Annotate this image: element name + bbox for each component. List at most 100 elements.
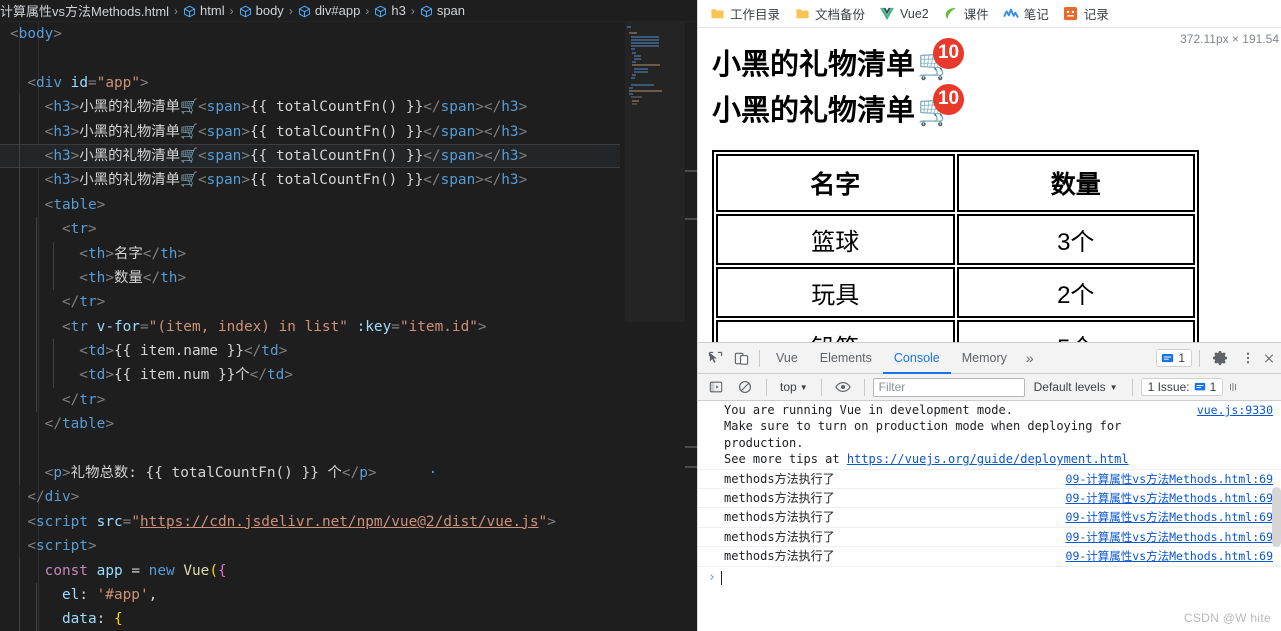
console-log-row[interactable]: methods方法执行了 09-计算属性vs方法Methods.html:69 — [698, 489, 1281, 509]
code-line[interactable]: <td>{{ item.name }}</td> — [0, 339, 620, 364]
bookmark-笔记[interactable]: 笔记 — [998, 2, 1054, 25]
code-token: { — [113, 611, 123, 628]
minimap-row — [632, 74, 637, 76]
code-token: script — [36, 513, 88, 530]
breadcrumb[interactable]: 计算属性vs方法Methods.html › html › body › div#app ›… — [0, 0, 697, 22]
breadcrumb-item-div-app[interactable]: div#app — [298, 3, 360, 18]
indent-guide — [36, 582, 37, 608]
bookmarks-bar[interactable]: 工作目录 文档备份 Vue2 课件 笔记 记录 — [698, 0, 1281, 28]
code-line[interactable] — [0, 436, 620, 462]
settings-overflow-icon[interactable] — [1228, 374, 1238, 400]
code-line[interactable]: <th>数量</th> — [0, 265, 620, 291]
log-levels-select[interactable]: Default levels ▼ — [1028, 380, 1124, 394]
live-expression-icon[interactable] — [830, 374, 856, 400]
devtools-tabbar[interactable]: Vue Elements Console Memory » 1 — [698, 343, 1281, 374]
code-line[interactable]: <script src="https://cdn.jsdelivr.net/np… — [0, 510, 620, 534]
console-log-source-link[interactable]: 09-计算属性vs方法Methods.html:69 — [1066, 529, 1273, 545]
console-scrollbar[interactable] — [1272, 487, 1281, 547]
indent-guide — [18, 339, 20, 364]
code-line[interactable]: <h3>小黑的礼物清单🛒<span>{{ totalCountFn() }}</… — [0, 143, 620, 169]
code-line[interactable]: const app = new Vue({ — [0, 558, 620, 583]
tab-memory[interactable]: Memory — [951, 343, 1018, 374]
console-log-source-link[interactable]: vue.js:9330 — [1197, 402, 1273, 418]
breadcrumb-file[interactable]: 计算属性vs方法Methods.html — [0, 1, 169, 20]
console-toolbar[interactable]: top ▼ Default levels ▼ — [698, 374, 1281, 401]
vue-logo-icon — [879, 6, 895, 22]
bookmark-文档备份[interactable]: 文档备份 — [789, 2, 870, 25]
settings-gear-icon[interactable] — [1207, 345, 1233, 371]
console-log-row[interactable]: You are running Vue in development mode.… — [698, 401, 1281, 470]
more-tabs-button[interactable]: » — [1018, 350, 1042, 366]
code-token: </ — [243, 343, 262, 360]
bookmark-记录[interactable]: 记录 — [1058, 2, 1114, 25]
code-line[interactable]: <script> — [0, 534, 620, 558]
console-log-source-link[interactable]: 09-计算属性vs方法Methods.html:69 — [1066, 548, 1273, 564]
console-log-row[interactable]: methods方法执行了 09-计算属性vs方法Methods.html:69 — [698, 470, 1281, 490]
console-log-list[interactable]: You are running Vue in development mode.… — [698, 401, 1281, 567]
console-log-source-link[interactable]: 09-计算属性vs方法Methods.html:69 — [1066, 490, 1273, 506]
close-icon[interactable] — [1263, 345, 1275, 371]
code-token: h3 — [501, 99, 519, 116]
console-prompt[interactable]: › — [698, 567, 1281, 589]
editor-code-area[interactable]: <body> <div id="app"> <h3>小黑的礼物清单🛒<span>… — [0, 22, 697, 631]
more-vertical-icon[interactable] — [1235, 345, 1261, 371]
bookmark-工作目录[interactable]: 工作目录 — [704, 2, 785, 25]
message-badge[interactable]: 1 — [1156, 349, 1192, 367]
code-line[interactable]: <h3>小黑的礼物清单🛒<span>{{ totalCountFn() }}</… — [0, 95, 620, 120]
code-line[interactable]: <th>名字</th> — [0, 241, 620, 266]
issues-button[interactable]: 1 Issue: 1 — [1140, 378, 1224, 396]
console-log-line: Make sure to turn on production mode whe… — [724, 419, 1129, 450]
device-toolbar-icon[interactable] — [728, 345, 754, 371]
code-line[interactable]: <div id="app"> — [0, 71, 620, 95]
code-line[interactable]: <tr> — [0, 217, 620, 242]
console-log-row[interactable]: methods方法执行了 09-计算属性vs方法Methods.html:69 — [698, 547, 1281, 567]
code-token: span — [206, 99, 242, 116]
code-line[interactable]: </div> — [0, 485, 620, 509]
code-token: h3 — [53, 172, 71, 189]
code-line[interactable]: <p>礼物总数: {{ totalCountFn() }} 个</p> · — [0, 461, 620, 486]
breadcrumb-item-body[interactable]: body — [239, 3, 284, 18]
console-log-row[interactable]: methods方法执行了 09-计算属性vs方法Methods.html:69 — [698, 528, 1281, 548]
editor-scrollbar[interactable] — [685, 22, 697, 631]
tab-elements[interactable]: Elements — [809, 343, 883, 374]
code-line[interactable]: <h3>小黑的礼物清单🛒<span>{{ totalCountFn() }}</… — [0, 119, 620, 144]
console-output[interactable]: You are running Vue in development mode.… — [698, 401, 1281, 631]
tab-vue[interactable]: Vue — [765, 343, 809, 374]
execution-context-label: top — [780, 380, 797, 394]
tab-console[interactable]: Console — [883, 343, 951, 374]
bookmark-课件[interactable]: 课件 — [938, 2, 994, 25]
code-line[interactable]: </tr> — [0, 290, 620, 315]
code-line[interactable]: </table> — [0, 412, 620, 437]
code-line[interactable]: </tr> — [0, 387, 620, 413]
clear-console-icon[interactable] — [732, 374, 758, 400]
code-line[interactable]: <table> — [0, 192, 620, 218]
console-log-link[interactable]: https://vuejs.org/guide/deployment.html — [847, 452, 1129, 466]
code-line[interactable]: <body> — [0, 22, 620, 46]
execution-context-select[interactable]: top ▼ — [775, 379, 813, 395]
code-line[interactable]: <td>{{ item.num }}个</td> — [0, 363, 620, 388]
devtools-toolbar-right[interactable]: 1 — [1156, 345, 1277, 371]
code-token: span — [206, 147, 242, 164]
gift-list-heading: 小黑的礼物清单 🛒 10 — [712, 38, 1273, 82]
code-line[interactable] — [0, 46, 620, 70]
code-line[interactable]: <tr v-for="(item, index) in list" :key="… — [0, 314, 620, 340]
indent-guide — [36, 241, 37, 266]
code-token: </ — [423, 172, 441, 189]
code-line[interactable]: <h3>小黑的礼物清单🛒<span>{{ totalCountFn() }}</… — [0, 168, 620, 193]
console-log-source-link[interactable]: 09-计算属性vs方法Methods.html:69 — [1066, 509, 1273, 525]
page-viewport[interactable]: 372.11px × 191.54 小黑的礼物清单 🛒 10 小黑的礼物清单 🛒 10 名… — [698, 28, 1281, 342]
code-line[interactable]: data: { — [0, 607, 620, 631]
console-log-source-link[interactable]: 09-计算属性vs方法Methods.html:69 — [1066, 471, 1273, 487]
console-filter-input[interactable] — [872, 377, 1025, 397]
code-lines[interactable]: <body> <div id="app"> <h3>小黑的礼物清单🛒<span>… — [0, 22, 620, 631]
breadcrumb-item-html[interactable]: html — [183, 3, 225, 18]
breadcrumb-item-h3[interactable]: h3 — [374, 3, 406, 18]
editor-minimap[interactable] — [625, 22, 685, 631]
bookmark-Vue2[interactable]: Vue2 — [874, 4, 934, 24]
inspect-icon[interactable] — [702, 345, 728, 371]
code-line[interactable]: el: '#app', — [0, 582, 620, 608]
breadcrumb-item-span[interactable]: span — [420, 3, 465, 18]
console-log-row[interactable]: methods方法执行了 09-计算属性vs方法Methods.html:69 — [698, 508, 1281, 528]
console-sidebar-icon[interactable] — [703, 374, 729, 400]
devtools-tabs[interactable]: Vue Elements Console Memory — [765, 343, 1018, 374]
